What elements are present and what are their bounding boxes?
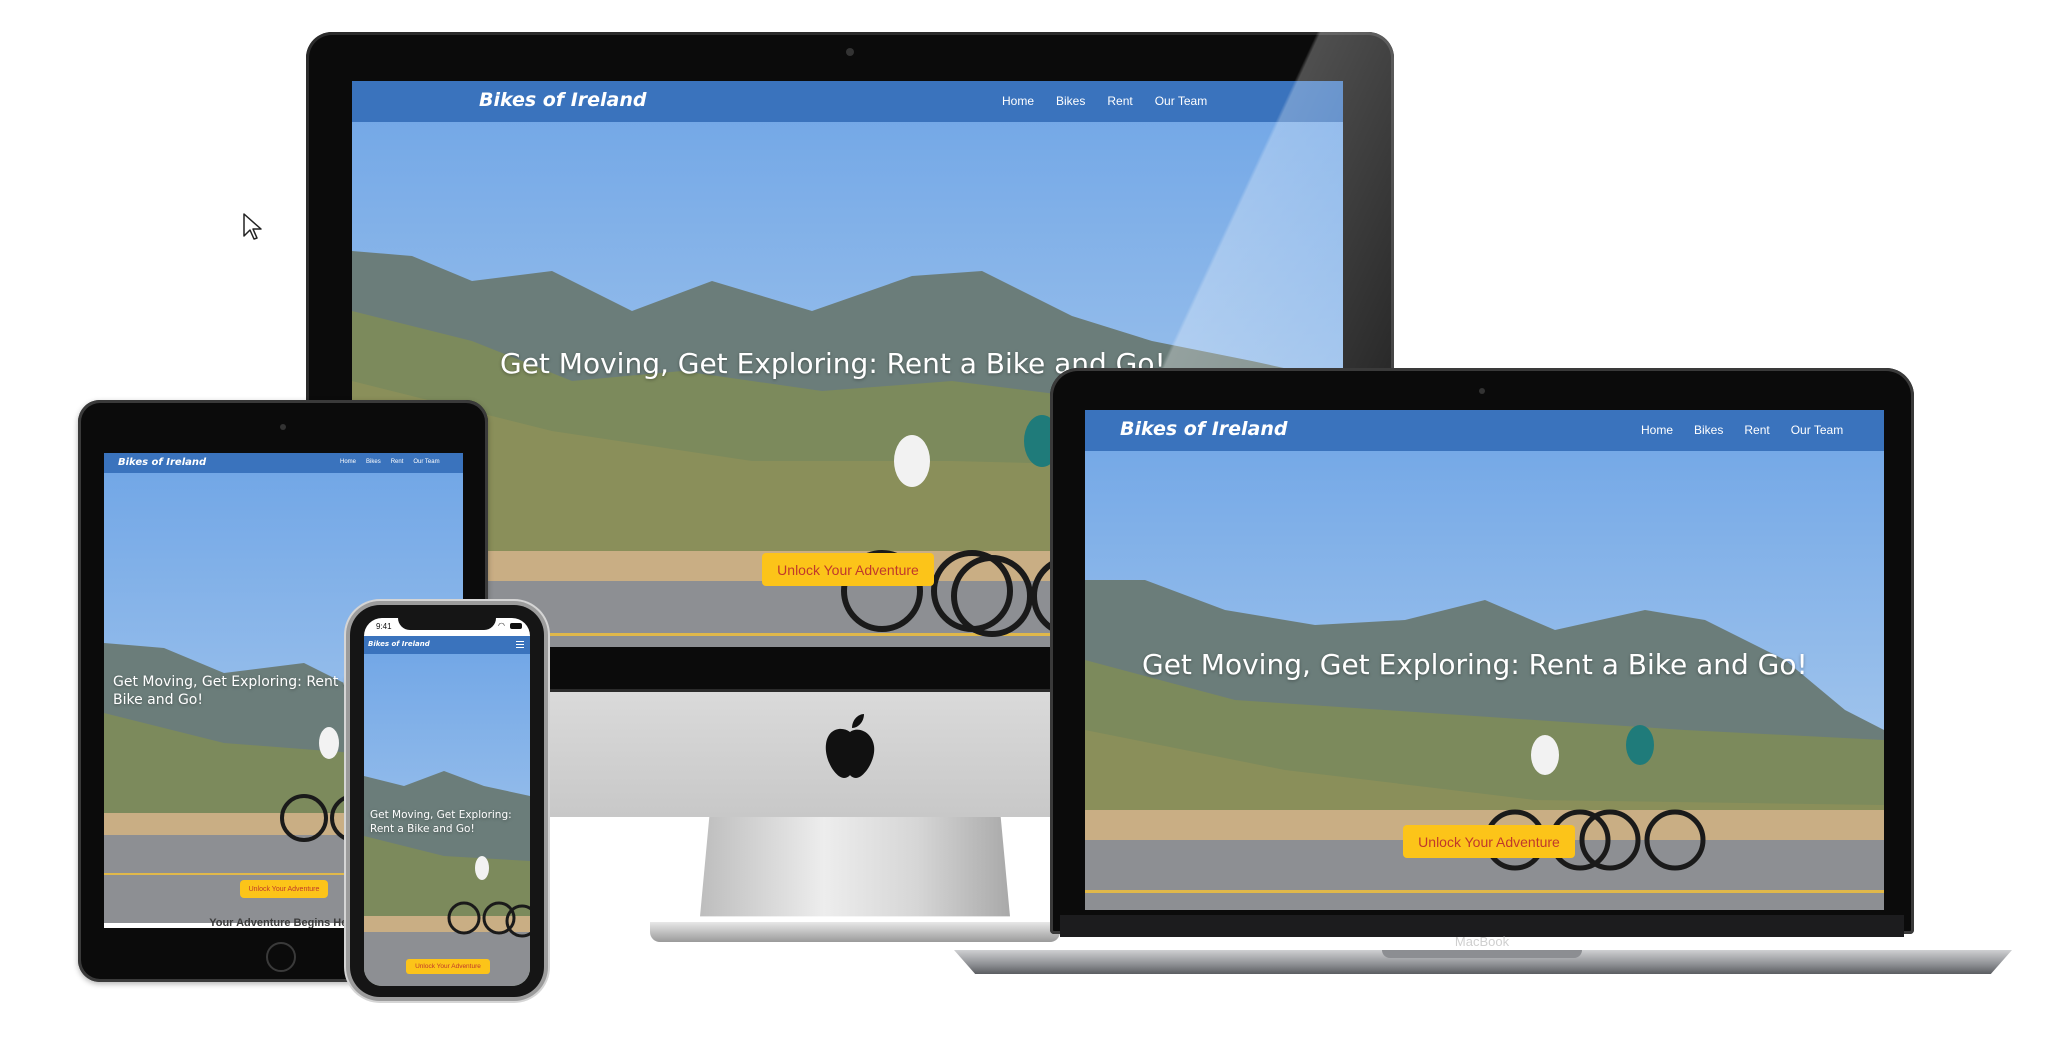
site-navbar: Bikes of Ireland [364, 636, 530, 654]
wifi-icon: ◠ [498, 621, 505, 630]
unlock-adventure-button[interactable]: Unlock Your Adventure [762, 553, 934, 586]
nav-link-home[interactable]: Home [1002, 94, 1034, 108]
nav-link-rent[interactable]: Rent [1744, 423, 1769, 437]
nav-link-rent[interactable]: Rent [391, 459, 404, 465]
nav-link-bikes[interactable]: Bikes [1694, 423, 1723, 437]
nav-link-home[interactable]: Home [1641, 423, 1673, 437]
laptop-camera [1479, 388, 1485, 394]
apple-logo-icon [825, 714, 875, 778]
nav-link-bikes[interactable]: Bikes [366, 459, 381, 465]
site-logo[interactable]: Bikes of Ireland [368, 640, 430, 648]
phone-clock: 9:41 [376, 622, 392, 631]
site-navbar: Bikes of Ireland Home Bikes Rent Our Tea… [104, 453, 463, 473]
nav-link-home[interactable]: Home [340, 459, 356, 465]
hamburger-icon[interactable] [516, 641, 524, 648]
nav-link-our-team[interactable]: Our Team [1791, 423, 1843, 437]
mouse-cursor-icon [243, 213, 262, 240]
battery-icon [510, 623, 522, 629]
hero-headline: Get Moving, Get Exploring: Rent a Bike a… [370, 809, 512, 835]
site-logo[interactable]: Bikes of Ireland [1120, 418, 1287, 440]
hero-headline: Get Moving, Get Exploring: Rent a Bike a… [113, 674, 352, 708]
nav-link-bikes[interactable]: Bikes [1056, 94, 1085, 108]
nav-link-our-team[interactable]: Our Team [413, 459, 439, 465]
unlock-adventure-button[interactable]: Unlock Your Adventure [1403, 825, 1575, 858]
laptop-model-label: MacBook [1454, 934, 1510, 949]
laptop-lid-notch [1382, 950, 1582, 958]
tablet-camera [280, 424, 286, 430]
nav-link-rent[interactable]: Rent [1107, 94, 1132, 108]
unlock-adventure-button[interactable]: Unlock Your Adventure [406, 959, 490, 974]
monitor-camera [846, 48, 854, 56]
unlock-adventure-button[interactable]: Unlock Your Adventure [240, 880, 328, 898]
laptop-website-screen: Bikes of Ireland Home Bikes Rent Our Tea… [1085, 410, 1884, 910]
site-logo[interactable]: Bikes of Ireland [479, 89, 646, 111]
site-nav: Home Bikes Rent Our Team [1641, 423, 1843, 437]
hero-headline: Get Moving, Get Exploring: Rent a Bike a… [1142, 648, 1808, 681]
site-navbar: Bikes of Ireland Home Bikes Rent Our Tea… [1085, 410, 1884, 451]
monitor-glare [1160, 32, 1394, 372]
monitor-stand [700, 817, 1010, 917]
site-nav: Home Bikes Rent Our Team [340, 459, 440, 465]
phone-website-screen: Bikes of Ireland Get Moving, Get Explori… [364, 636, 530, 986]
tablet-home-button[interactable] [266, 942, 296, 972]
monitor-base [650, 922, 1060, 942]
site-logo[interactable]: Bikes of Ireland [118, 457, 206, 468]
phone-notch [398, 612, 496, 630]
